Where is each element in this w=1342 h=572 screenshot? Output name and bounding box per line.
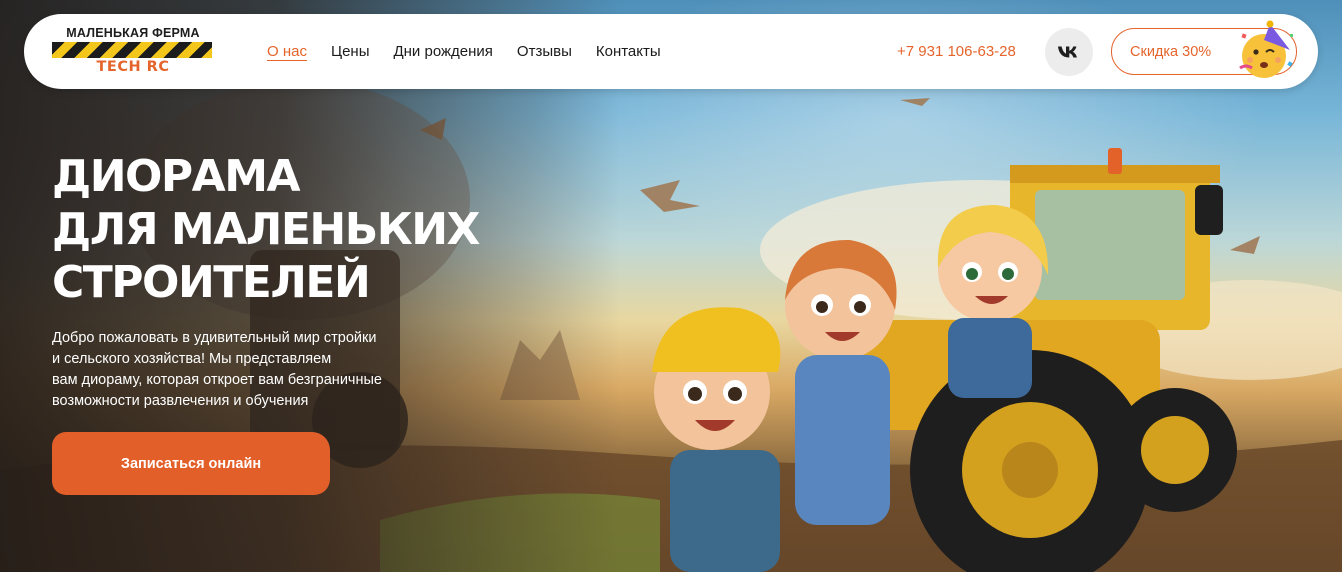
hero-description-line: и сельского хозяйства! Мы представляем (52, 351, 332, 367)
main-nav: О нас Цены Дни рождения Отзывы Контакты (267, 43, 685, 60)
hero-description-line: вам диораму, которая откроет вам безгран… (52, 372, 382, 388)
nav-item-birthdays[interactable]: Дни рождения (393, 43, 492, 60)
hero-description-line: Добро пожаловать в удивительный мир стро… (52, 330, 377, 346)
hero-title-line: СТРОИТЕЛЕЙ (52, 257, 371, 308)
nav-item-contacts[interactable]: Контакты (596, 43, 661, 60)
hero-title-line: ДЛЯ МАЛЕНЬКИХ (52, 204, 480, 255)
logo-subtitle: TECH RC (96, 59, 170, 75)
site-header: МАЛЕНЬКАЯ ФЕРМА TECH RC О нас Цены Дни р… (24, 14, 1318, 89)
nav-item-about[interactable]: О нас (267, 43, 307, 60)
hero-title: ДИОРАМА ДЛЯ МАЛЕНЬКИХ СТРОИТЕЛЕЙ (52, 150, 572, 309)
hero-title-line: ДИОРАМА (52, 151, 301, 202)
discount-label: Скидка 30% (1130, 44, 1212, 60)
hero-description-line: возможности развлечения и обучения (52, 393, 309, 409)
vk-button[interactable] (1045, 28, 1093, 76)
hazard-stripes-icon (52, 42, 212, 58)
book-online-button[interactable]: Записаться онлайн (52, 432, 330, 495)
hero-description: Добро пожаловать в удивительный мир стро… (52, 328, 452, 412)
nav-item-prices[interactable]: Цены (331, 43, 370, 60)
logo-title: МАЛЕНЬКАЯ ФЕРМА (66, 26, 200, 40)
phone-link[interactable]: +7 931 106-63-28 (897, 43, 1016, 60)
party-face-emoji-icon (1239, 20, 1293, 78)
nav-item-reviews[interactable]: Отзывы (517, 43, 572, 60)
logo[interactable]: МАЛЕНЬКАЯ ФЕРМА TECH RC (52, 26, 214, 78)
vk-icon (1058, 46, 1077, 58)
